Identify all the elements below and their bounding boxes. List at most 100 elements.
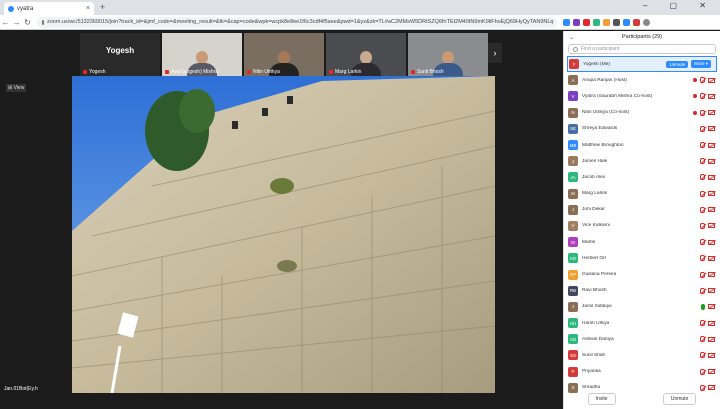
mic-muted-icon [700, 320, 705, 327]
participant-name: Shreya Edwards [582, 126, 618, 132]
forward-icon[interactable]: → [11, 18, 22, 27]
mic-muted-icon [700, 125, 705, 132]
thumbnail-name: Ayat (yogesh) Mishra [171, 69, 219, 75]
more-button[interactable]: More ▾ [691, 60, 711, 69]
thumbnail-name: Sunil Bhosh [417, 69, 444, 75]
participant-row[interactable]: SE Shreya Edwards [564, 121, 720, 137]
mic-muted-icon [700, 190, 705, 197]
participant-name: Herbert Orr [582, 255, 607, 261]
participant-row[interactable]: HU Harsh Ulhiya [564, 315, 720, 331]
mic-muted-icon [700, 109, 705, 116]
participant-avatar: MB [568, 140, 578, 151]
extensions [563, 18, 650, 26]
participant-row[interactable]: P Priyanka [564, 364, 720, 380]
extension-icon[interactable] [603, 18, 610, 26]
participant-name: Yogesh (Me) [583, 61, 611, 67]
participant-row[interactable]: A Anupa Ranjan (Host) [564, 72, 720, 88]
video-off-icon [708, 223, 715, 229]
participant-status-icons [700, 352, 715, 359]
recording-icon [693, 78, 697, 83]
video-thumbnail[interactable]: Nitin Utrikya [244, 33, 324, 77]
mic-muted-icon [247, 70, 251, 74]
invite-button[interactable]: Invite [587, 393, 616, 405]
participant-row[interactable]: J Jamil Siddiqui [564, 299, 720, 315]
mic-muted-icon [83, 70, 87, 74]
window-controls[interactable]: – ▢ ✕ [643, 1, 716, 10]
participant-avatar: J [568, 156, 578, 167]
participant-row[interactable]: J James Hale [564, 153, 720, 169]
video-thumbnail[interactable]: Marg Larkin [326, 33, 406, 77]
browser-tab[interactable]: vyatra × [4, 2, 94, 15]
participant-avatar: M [568, 188, 578, 199]
participant-search-input[interactable]: Find a participant [568, 44, 716, 54]
video-thumbnail[interactable]: Sunil Bhosh [408, 33, 488, 77]
view-toggle[interactable]: ⊞ View [6, 84, 27, 92]
participant-row[interactable]: V Vyatra (Saurabh Mishra Co-host) [564, 88, 720, 104]
video-off-icon [708, 288, 715, 294]
participant-row[interactable]: AD Ashwin Daniya [564, 331, 720, 347]
participant-avatar: SS [568, 350, 578, 361]
participant-row[interactable]: HO Herbert Orr [564, 250, 720, 266]
extension-icon[interactable] [613, 18, 620, 26]
participant-row[interactable]: V Vice Kulkarni [564, 218, 720, 234]
video-off-icon [708, 77, 715, 83]
participant-avatar: RB [568, 285, 578, 296]
participant-row[interactable]: J Juhi Dekar [564, 202, 720, 218]
western-wall-photo [72, 76, 495, 393]
unmute-all-button[interactable]: Unmute [662, 393, 697, 405]
mic-muted-icon [700, 77, 705, 84]
participant-avatar: J [568, 301, 578, 312]
participant-row[interactable]: RB Ravi Bhosh [564, 283, 720, 299]
participant-row[interactable]: SS Sunil Shah [564, 347, 720, 363]
extension-icon[interactable] [633, 18, 640, 26]
participant-name: Harsh Ulhiya [582, 320, 610, 326]
back-icon[interactable]: ← [0, 18, 11, 27]
mic-muted-icon [700, 93, 705, 100]
extension-icon[interactable] [583, 18, 590, 26]
participant-avatar: J [568, 204, 578, 215]
profile-avatar[interactable] [643, 18, 650, 26]
search-icon [573, 46, 578, 52]
participant-row[interactable]: N Nitin Utrikya (Co-host) [564, 105, 720, 121]
participant-row[interactable]: Y Yogesh (Me) Unmute More ▾ [567, 56, 717, 73]
recording-icon [693, 110, 697, 115]
tab-close-icon[interactable]: × [86, 5, 90, 12]
video-thumbnail[interactable]: Yogesh Yogesh [80, 33, 160, 77]
participant-name: Priyanka [582, 369, 601, 375]
mic-muted-icon [700, 384, 705, 391]
video-off-icon [708, 320, 715, 326]
video-off-icon [708, 385, 715, 391]
extension-icon[interactable] [573, 18, 580, 26]
url-input[interactable]: zoom.us/wc/5132369015/join?track_id=&jmf… [37, 16, 557, 28]
participant-status-icons [700, 206, 715, 213]
extension-icon[interactable] [593, 18, 600, 26]
mic-muted-icon [700, 352, 705, 359]
participant-status-icons [700, 222, 715, 229]
reload-icon[interactable]: ↻ [22, 18, 33, 27]
participant-status-icons [700, 368, 715, 375]
participant-name: Vice Kulkarni [582, 223, 610, 229]
next-page-icon[interactable]: › [488, 43, 502, 63]
participant-row[interactable]: M Martin [564, 234, 720, 250]
thumbnail-name: Nitin Utrikya [253, 69, 280, 75]
participant-name: Nitin Utrikya (Co-host) [582, 110, 630, 116]
participant-row[interactable]: MB Matthew Broughton [564, 137, 720, 153]
video-thumbnail[interactable]: Ayat (yogesh) Mishra [162, 33, 242, 77]
thumbnail-name: Marg Larkin [335, 69, 362, 75]
extension-icon[interactable] [563, 18, 570, 26]
participant-row[interactable]: M Marg Larkin [564, 186, 720, 202]
participant-row[interactable]: JA Jacob Alex [564, 169, 720, 185]
participant-row[interactable]: GP Giuliana Pereira [564, 266, 720, 282]
participant-status-icons [700, 255, 715, 262]
extension-icon[interactable] [623, 18, 630, 26]
new-tab-button[interactable]: + [100, 2, 105, 12]
participant-placeholder-name: Yogesh [105, 46, 135, 55]
video-off-icon [708, 126, 715, 132]
participant-status-icons [700, 336, 715, 343]
participants-title: Participants (29) [621, 34, 663, 40]
unmute-button[interactable]: Unmute [666, 60, 689, 68]
collapse-icon[interactable]: ⌄ [569, 34, 574, 41]
mic-muted-icon [700, 239, 705, 246]
lock-icon [42, 19, 44, 25]
video-off-icon [708, 336, 715, 342]
